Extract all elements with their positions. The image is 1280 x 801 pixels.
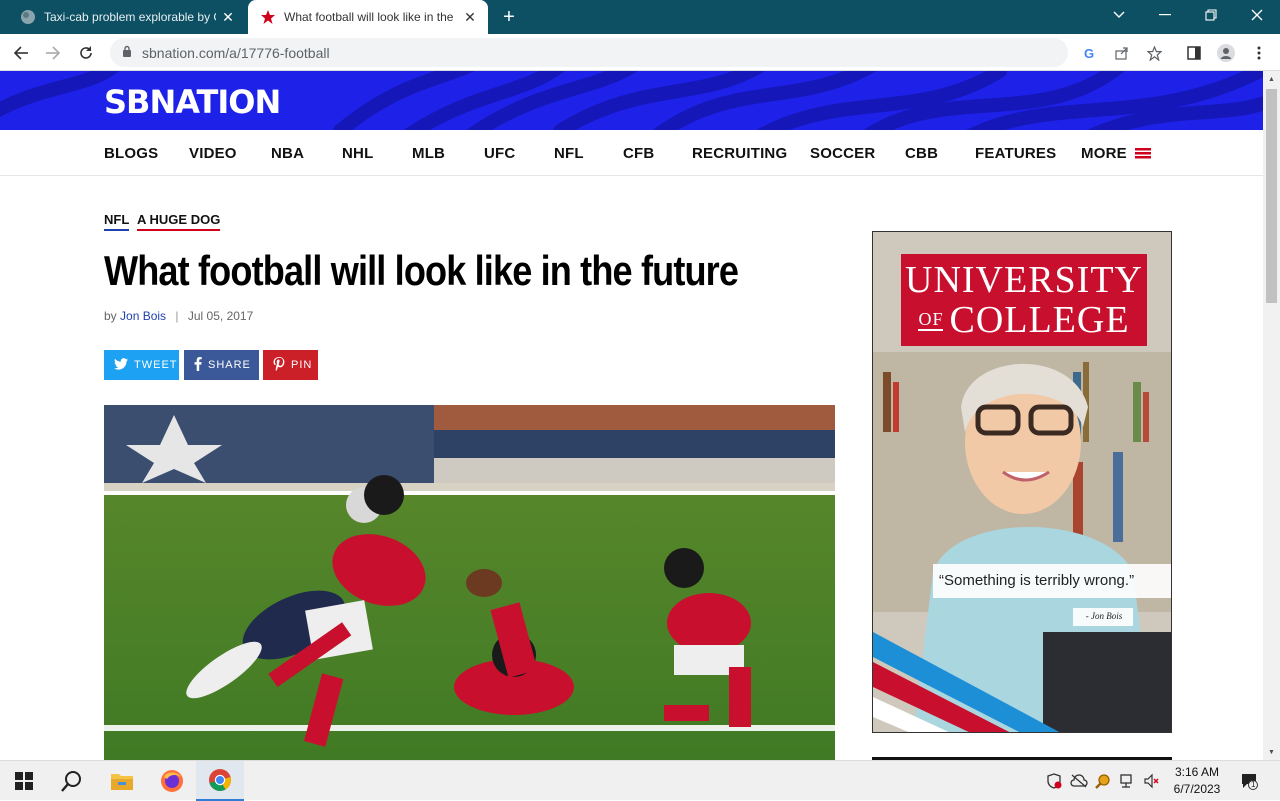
notification-count: 1 (1251, 780, 1256, 789)
tab-taxicab[interactable]: Taxi-cab problem explorable by G ✕ (8, 0, 246, 34)
ad-title-line1: UNIVERSITY (905, 259, 1143, 301)
twitter-bird-icon (114, 357, 128, 373)
nav-nba[interactable]: NBA (271, 145, 304, 162)
volume-muted-icon[interactable] (1141, 771, 1161, 791)
nav-features[interactable]: FEATURES (975, 145, 1056, 162)
nav-ufc[interactable]: UFC (484, 145, 515, 162)
nav-nfl[interactable]: NFL (554, 145, 584, 162)
star-icon (260, 9, 276, 25)
nav-recruiting[interactable]: RECRUITING (692, 145, 787, 162)
back-arrow-icon[interactable] (8, 40, 34, 66)
clock-date: 6/7/2023 (1173, 782, 1221, 796)
masthead: SBNATION (0, 71, 1263, 130)
security-shield-icon[interactable] (1044, 771, 1064, 791)
nav-soccer[interactable]: SOCCER (810, 145, 875, 162)
nav-more-label: MORE (1081, 145, 1127, 162)
ad-title-of: OF (918, 309, 944, 331)
onedrive-cloud-icon[interactable] (1069, 771, 1089, 791)
search-icon[interactable] (48, 761, 96, 801)
byline-separator: | (175, 309, 179, 323)
tab-title: What football will look like in the (284, 10, 454, 24)
nav-cbb[interactable]: CBB (905, 145, 938, 162)
publish-date: Jul 05, 2017 (187, 309, 254, 323)
google-translate-icon[interactable]: G (1079, 42, 1101, 64)
browser-toolbar: sbnation.com/a/17776-football G (0, 34, 1280, 71)
nav-mlb[interactable]: MLB (412, 145, 445, 162)
clock-time: 3:16 AM (1174, 765, 1220, 779)
file-explorer-icon[interactable] (98, 761, 146, 801)
chrome-icon[interactable] (196, 761, 244, 801)
tweet-label: TWEET (134, 359, 178, 371)
ad-title: UNIVERSITY OF COLLEGE (901, 260, 1147, 340)
minimize-button[interactable] (1142, 0, 1188, 30)
page-scrollbar[interactable]: ▲ ▼ (1263, 71, 1280, 760)
close-icon[interactable]: ✕ (216, 5, 240, 29)
facebook-icon (194, 356, 202, 374)
restore-button[interactable] (1188, 0, 1234, 30)
network-icon[interactable] (1117, 771, 1137, 791)
menu-kebab-icon[interactable] (1248, 42, 1270, 64)
close-icon[interactable]: ✕ (458, 5, 482, 29)
close-window-button[interactable] (1234, 0, 1280, 30)
side-panel-icon[interactable] (1183, 42, 1205, 64)
share-label: SHARE (208, 359, 251, 371)
tweet-button[interactable]: TWEET (104, 350, 179, 380)
lock-icon[interactable] (122, 44, 132, 62)
profile-avatar-icon[interactable] (1215, 42, 1237, 64)
nav-more[interactable]: MORE (1081, 145, 1152, 162)
advertisement-banner[interactable]: UNIVERSITY OF COLLEGE “Something is terr… (872, 231, 1172, 733)
taskbar-clock[interactable]: 3:16 AM 6/7/2023 (1168, 764, 1226, 798)
notification-center-icon[interactable]: 1 (1238, 771, 1260, 791)
scroll-down-arrow-icon[interactable]: ▼ (1263, 744, 1280, 760)
site-nav: BLOGS VIDEO NBA NHL MLB UFC NFL CFB RECR… (0, 130, 1263, 176)
windows-taskbar: 3:16 AM 6/7/2023 1 (0, 760, 1280, 801)
pinterest-pin-button[interactable]: PIN (263, 350, 318, 380)
new-tab-button[interactable]: + (498, 6, 520, 28)
ad-title-line2: COLLEGE (949, 299, 1130, 341)
scroll-up-arrow-icon[interactable]: ▲ (1263, 71, 1280, 87)
address-bar[interactable]: sbnation.com/a/17776-football (110, 38, 1068, 67)
ad-attribution: - Jon Bois (1085, 611, 1123, 621)
author-link[interactable]: Jon Bois (120, 309, 166, 323)
forward-arrow-icon[interactable] (40, 40, 66, 66)
web-page: SBNATION BLOGS VIDEO NBA NHL MLB UFC NFL… (0, 71, 1263, 760)
tab-title: Taxi-cab problem explorable by G (44, 10, 216, 24)
hero-image[interactable] (104, 405, 835, 760)
reload-icon[interactable] (73, 40, 99, 66)
byline-by: by (104, 309, 117, 323)
bookmark-star-icon[interactable] (1143, 42, 1165, 64)
nav-blogs[interactable]: BLOGS (104, 145, 158, 162)
nav-nhl[interactable]: NHL (342, 145, 373, 162)
url-text: sbnation.com/a/17776-football (142, 44, 330, 61)
search-magnifier-icon[interactable] (1093, 771, 1113, 791)
pin-label: PIN (291, 359, 313, 371)
globe-icon (20, 9, 36, 25)
byline: by Jon Bois | Jul 05, 2017 (104, 309, 253, 323)
scroll-thumb[interactable] (1266, 89, 1277, 303)
nav-video[interactable]: VIDEO (189, 145, 237, 162)
pinterest-icon (273, 356, 285, 374)
share-icon[interactable] (1111, 42, 1133, 64)
tab-search-icon[interactable] (1096, 0, 1142, 30)
article-headline: What football will look like in the futu… (104, 247, 739, 294)
tab-football[interactable]: What football will look like in the ✕ (248, 0, 488, 34)
hamburger-icon (1135, 148, 1152, 159)
tag-nfl[interactable]: NFL (104, 212, 130, 231)
facebook-share-button[interactable]: SHARE (184, 350, 259, 380)
ad-quote: “Something is terribly wrong.” (939, 572, 1135, 589)
nav-cfb[interactable]: CFB (623, 145, 654, 162)
browser-tabstrip: Taxi-cab problem explorable by G ✕ What … (0, 0, 1280, 34)
svg-text:G: G (1084, 46, 1094, 60)
tag-a-huge-dog[interactable]: A HUGE DOG (137, 212, 221, 231)
windows-start-icon[interactable] (0, 761, 48, 801)
sbnation-logo[interactable]: SBNATION (104, 83, 281, 121)
firefox-icon[interactable] (148, 761, 196, 801)
